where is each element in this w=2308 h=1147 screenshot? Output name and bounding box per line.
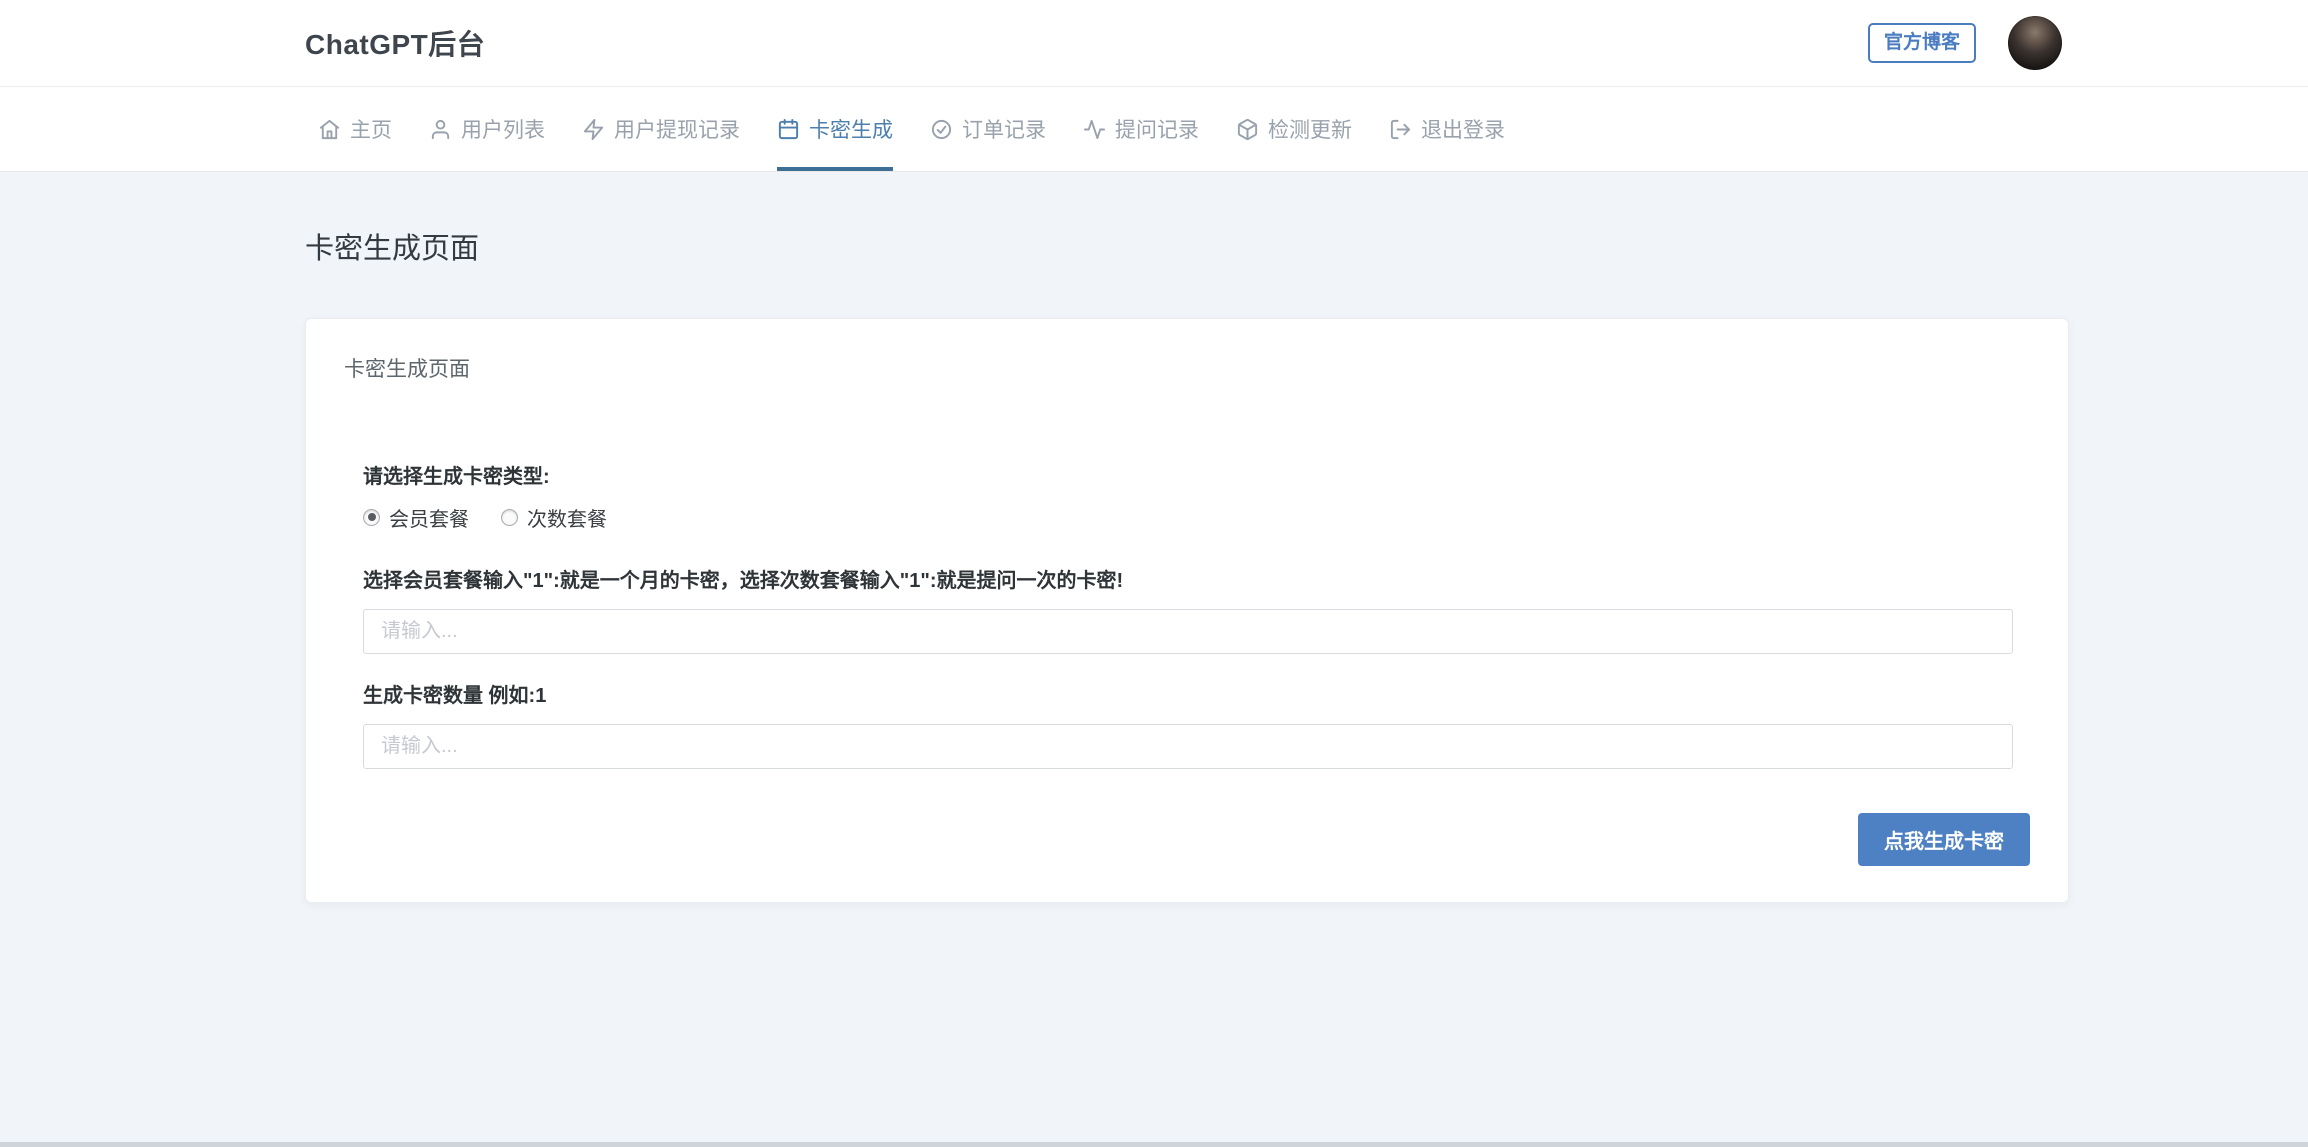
nav-item-user-list[interactable]: 用户列表: [429, 87, 545, 171]
nav-item-label: 订单记录: [962, 119, 1046, 142]
nav-item-label: 卡密生成: [809, 119, 893, 142]
nav-item-label: 用户提现记录: [614, 119, 740, 142]
bottom-scrollbar-strip: [0, 1142, 2308, 1147]
card-count-input[interactable]: [363, 724, 2013, 769]
user-avatar[interactable]: [2008, 16, 2062, 70]
nav-item-label: 退出登录: [1421, 119, 1505, 142]
official-blog-button[interactable]: 官方博客: [1867, 22, 1976, 64]
home-icon: [318, 118, 341, 141]
page-content: 卡密生成页面 卡密生成页面 请选择生成卡密类型: 会员套餐 次数套餐 选择会员套…: [0, 172, 2308, 903]
nav-item-label: 检测更新: [1268, 119, 1352, 142]
nav-item-logout[interactable]: 退出登录: [1389, 87, 1505, 171]
card-key-generate-card: 卡密生成页面 请选择生成卡密类型: 会员套餐 次数套餐 选择会员套餐输入"1":…: [305, 318, 2069, 903]
check-circle-icon: [930, 118, 953, 141]
card-value-input[interactable]: [363, 609, 2013, 654]
calendar-icon: [777, 118, 800, 141]
nav-item-order-records[interactable]: 订单记录: [930, 87, 1046, 171]
logout-icon: [1389, 118, 1412, 141]
nav-item-label: 提问记录: [1115, 119, 1199, 142]
nav-item-card-key-generate[interactable]: 卡密生成: [777, 87, 893, 171]
page-title: 卡密生成页面: [305, 233, 480, 265]
activity-icon: [1083, 118, 1106, 141]
package-icon: [1236, 118, 1259, 141]
radio-count-package[interactable]: 次数套餐: [501, 503, 607, 532]
nav-item-withdraw-records[interactable]: 用户提现记录: [582, 87, 740, 171]
user-icon: [429, 118, 452, 141]
nav-item-label: 用户列表: [461, 119, 545, 142]
member-package-radio[interactable]: [363, 508, 380, 526]
nav-item-question-records[interactable]: 提问记录: [1083, 87, 1199, 171]
zap-icon: [582, 118, 605, 141]
app-header: ChatGPT后台 官方博客: [0, 0, 2308, 87]
value-hint-label: 选择会员套餐输入"1":就是一个月的卡密，选择次数套餐输入"1":就是提问一次的…: [363, 570, 1124, 592]
card-title: 卡密生成页面: [344, 358, 470, 381]
generate-card-key-button[interactable]: 点我生成卡密: [1858, 813, 2030, 866]
card-key-form: 请选择生成卡密类型: 会员套餐 次数套餐 选择会员套餐输入"1":就是一个月的卡…: [363, 463, 2030, 866]
card-type-radio-row: 会员套餐 次数套餐: [363, 503, 2011, 531]
count-label: 生成卡密数量 例如:1: [363, 685, 547, 707]
main-nav: 主页 用户列表 用户提现记录 卡密生成 订单记录 提问记录 检测更新 退出登录: [0, 87, 2308, 172]
nav-item-check-update[interactable]: 检测更新: [1236, 87, 1352, 171]
type-select-label: 请选择生成卡密类型:: [363, 466, 550, 488]
radio-member-package[interactable]: 会员套餐: [363, 503, 469, 532]
radio-label: 会员套餐: [389, 508, 469, 531]
count-package-radio[interactable]: [501, 508, 518, 526]
radio-label: 次数套餐: [527, 508, 607, 531]
nav-item-home[interactable]: 主页: [318, 87, 392, 171]
header-right: 官方博客: [1867, 16, 2062, 70]
submit-row: 点我生成卡密: [363, 813, 2030, 866]
nav-item-label: 主页: [350, 119, 392, 142]
app-title: ChatGPT后台: [305, 29, 486, 60]
